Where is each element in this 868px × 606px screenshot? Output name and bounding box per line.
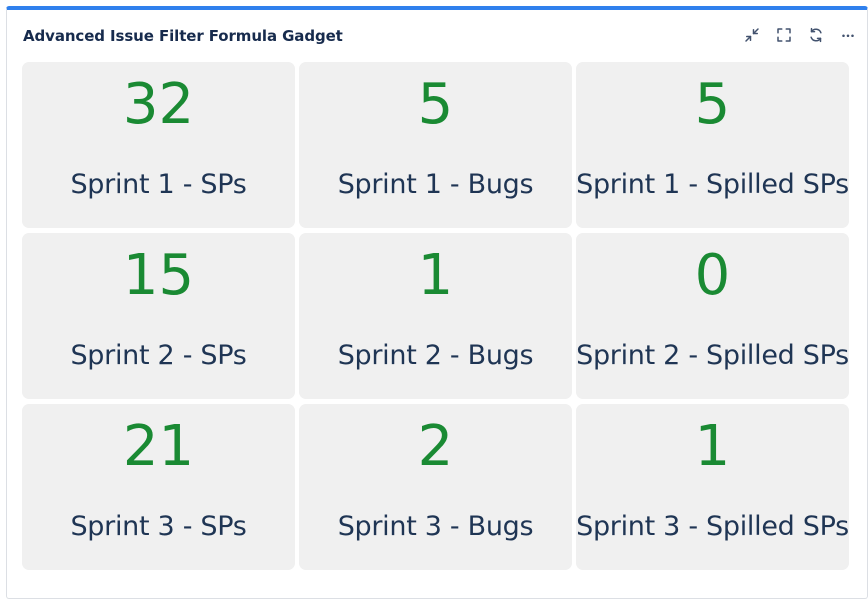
metric-value: 5 bbox=[417, 72, 454, 137]
metric-value: 15 bbox=[122, 243, 195, 308]
metric-tile[interactable]: 5 Sprint 1 - Spilled SPs bbox=[576, 62, 849, 228]
metric-value: 2 bbox=[417, 414, 454, 479]
metric-value: 32 bbox=[122, 72, 195, 137]
more-button[interactable] bbox=[837, 24, 859, 46]
metric-tile[interactable]: 1 Sprint 2 - Bugs bbox=[299, 233, 572, 399]
metric-tile[interactable]: 5 Sprint 1 - Bugs bbox=[299, 62, 572, 228]
metric-tile[interactable]: 32 Sprint 1 - SPs bbox=[22, 62, 295, 228]
metric-label: Sprint 3 - Spilled SPs bbox=[576, 511, 849, 542]
metric-tile[interactable]: 15 Sprint 2 - SPs bbox=[22, 233, 295, 399]
metric-tile[interactable]: 21 Sprint 3 - SPs bbox=[22, 404, 295, 570]
metric-tile[interactable]: 0 Sprint 2 - Spilled SPs bbox=[576, 233, 849, 399]
metric-value: 1 bbox=[694, 414, 731, 479]
metric-label: Sprint 3 - SPs bbox=[70, 511, 247, 542]
refresh-button[interactable] bbox=[805, 24, 827, 46]
refresh-icon bbox=[810, 27, 822, 43]
metric-value: 0 bbox=[694, 243, 731, 308]
metric-tile[interactable]: 2 Sprint 3 - Bugs bbox=[299, 404, 572, 570]
metric-label: Sprint 2 - SPs bbox=[70, 340, 247, 371]
gadget-header: Advanced Issue Filter Formula Gadget bbox=[7, 10, 867, 58]
metric-label: Sprint 1 - Bugs bbox=[337, 169, 534, 200]
gadget-toolbar bbox=[731, 24, 859, 46]
gadget-title: Advanced Issue Filter Formula Gadget bbox=[23, 27, 343, 45]
minimize-button[interactable] bbox=[741, 24, 763, 46]
metric-value: 21 bbox=[122, 414, 195, 479]
metric-label: Sprint 2 - Spilled SPs bbox=[576, 340, 849, 371]
metric-label: Sprint 1 - Spilled SPs bbox=[576, 169, 849, 200]
minimize-icon bbox=[745, 28, 759, 42]
metric-grid: 32 Sprint 1 - SPs 5 Sprint 1 - Bugs 5 Sp… bbox=[22, 62, 850, 570]
metric-value: 1 bbox=[417, 243, 454, 308]
maximize-button[interactable] bbox=[773, 24, 795, 46]
metric-value: 5 bbox=[694, 72, 731, 137]
metric-label: Sprint 2 - Bugs bbox=[337, 340, 534, 371]
maximize-icon bbox=[777, 28, 791, 42]
metric-label: Sprint 3 - Bugs bbox=[337, 511, 534, 542]
metric-label: Sprint 1 - SPs bbox=[70, 169, 247, 200]
more-icon bbox=[842, 34, 854, 38]
metric-tile[interactable]: 1 Sprint 3 - Spilled SPs bbox=[576, 404, 849, 570]
